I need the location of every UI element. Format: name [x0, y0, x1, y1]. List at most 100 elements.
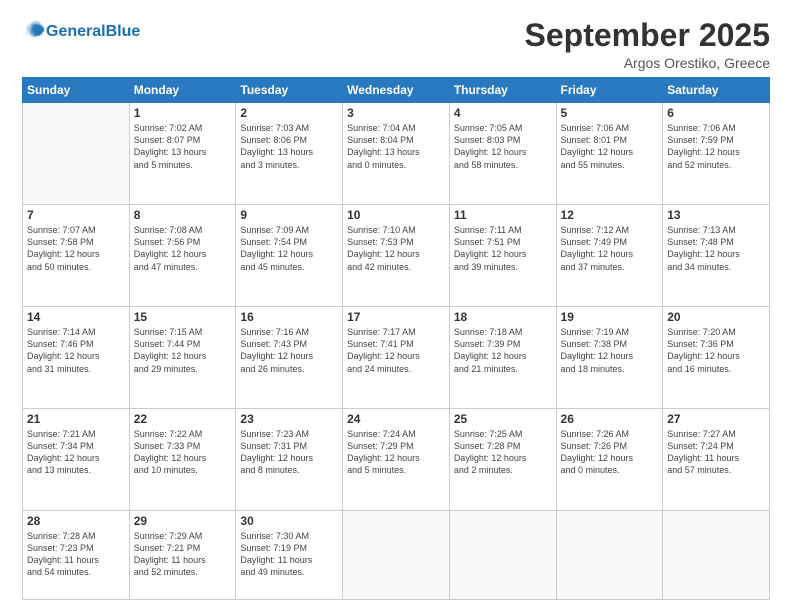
table-row [343, 511, 450, 600]
cell-daylight-info: Sunrise: 7:08 AM Sunset: 7:56 PM Dayligh… [134, 224, 232, 273]
cell-daylight-info: Sunrise: 7:03 AM Sunset: 8:06 PM Dayligh… [240, 122, 338, 171]
table-row: 30 Sunrise: 7:30 AM Sunset: 7:19 PM Dayli… [236, 511, 343, 600]
cell-daylight-info: Sunrise: 7:23 AM Sunset: 7:31 PM Dayligh… [240, 428, 338, 477]
day-number: 24 [347, 412, 445, 426]
cell-daylight-info: Sunrise: 7:30 AM Sunset: 7:19 PM Dayligh… [240, 530, 338, 579]
cell-daylight-info: Sunrise: 7:27 AM Sunset: 7:24 PM Dayligh… [667, 428, 765, 477]
day-number: 30 [240, 514, 338, 528]
logo-text: GeneralBlue [46, 23, 140, 41]
table-row [556, 511, 663, 600]
day-number: 21 [27, 412, 125, 426]
cell-daylight-info: Sunrise: 7:28 AM Sunset: 7:23 PM Dayligh… [27, 530, 125, 579]
table-row: 14 Sunrise: 7:14 AM Sunset: 7:46 PM Dayli… [23, 307, 130, 409]
cell-daylight-info: Sunrise: 7:15 AM Sunset: 7:44 PM Dayligh… [134, 326, 232, 375]
table-row: 5 Sunrise: 7:06 AM Sunset: 8:01 PM Daylig… [556, 103, 663, 205]
table-row: 25Sunrise: 7:25 AM Sunset: 7:28 PM Dayli… [449, 409, 556, 511]
cell-daylight-info: Sunrise: 7:06 AM Sunset: 7:59 PM Dayligh… [667, 122, 765, 171]
title-block: September 2025 Argos Orestiko, Greece [525, 18, 770, 71]
table-row: 26 Sunrise: 7:26 AM Sunset: 7:26 PM Dayli… [556, 409, 663, 511]
table-row: 16Sunrise: 7:16 AM Sunset: 7:43 PM Dayli… [236, 307, 343, 409]
cell-daylight-info: Sunrise: 7:26 AM Sunset: 7:26 PM Dayligh… [561, 428, 659, 477]
day-number: 1 [134, 106, 232, 120]
day-number: 27 [667, 412, 765, 426]
cell-daylight-info: Sunrise: 7:13 AM Sunset: 7:48 PM Dayligh… [667, 224, 765, 273]
month-title: September 2025 [525, 18, 770, 53]
table-row [23, 103, 130, 205]
day-number: 18 [454, 310, 552, 324]
table-row: 19 Sunrise: 7:19 AM Sunset: 7:38 PM Dayli… [556, 307, 663, 409]
cell-daylight-info: Sunrise: 7:09 AM Sunset: 7:54 PM Dayligh… [240, 224, 338, 273]
table-row: 20Sunrise: 7:20 AM Sunset: 7:36 PM Dayli… [663, 307, 770, 409]
cell-daylight-info: Sunrise: 7:19 AM Sunset: 7:38 PM Dayligh… [561, 326, 659, 375]
header-saturday: Saturday [663, 78, 770, 103]
cell-daylight-info: Sunrise: 7:04 AM Sunset: 8:04 PM Dayligh… [347, 122, 445, 171]
logo-general: General [46, 23, 106, 40]
cell-daylight-info: Sunrise: 7:11 AM Sunset: 7:51 PM Dayligh… [454, 224, 552, 273]
cell-daylight-info: Sunrise: 7:17 AM Sunset: 7:41 PM Dayligh… [347, 326, 445, 375]
header-sunday: Sunday [23, 78, 130, 103]
cell-daylight-info: Sunrise: 7:21 AM Sunset: 7:34 PM Dayligh… [27, 428, 125, 477]
table-row: 18 Sunrise: 7:18 AM Sunset: 7:39 PM Dayli… [449, 307, 556, 409]
table-row: 11Sunrise: 7:11 AM Sunset: 7:51 PM Dayli… [449, 205, 556, 307]
table-row: 6 Sunrise: 7:06 AM Sunset: 7:59 PM Daylig… [663, 103, 770, 205]
day-number: 29 [134, 514, 232, 528]
header-thursday: Thursday [449, 78, 556, 103]
page: GeneralBlue September 2025 Argos Orestik… [0, 0, 792, 612]
location-subtitle: Argos Orestiko, Greece [525, 55, 770, 71]
cell-daylight-info: Sunrise: 7:16 AM Sunset: 7:43 PM Dayligh… [240, 326, 338, 375]
table-row: 9 Sunrise: 7:09 AM Sunset: 7:54 PM Daylig… [236, 205, 343, 307]
day-number: 28 [27, 514, 125, 528]
day-number: 9 [240, 208, 338, 222]
day-number: 15 [134, 310, 232, 324]
header-friday: Friday [556, 78, 663, 103]
table-row: 3 Sunrise: 7:04 AM Sunset: 8:04 PM Daylig… [343, 103, 450, 205]
table-row [663, 511, 770, 600]
cell-daylight-info: Sunrise: 7:06 AM Sunset: 8:01 PM Dayligh… [561, 122, 659, 171]
day-number: 13 [667, 208, 765, 222]
header: GeneralBlue September 2025 Argos Orestik… [22, 18, 770, 71]
table-row: 13 Sunrise: 7:13 AM Sunset: 7:48 PM Dayli… [663, 205, 770, 307]
cell-daylight-info: Sunrise: 7:22 AM Sunset: 7:33 PM Dayligh… [134, 428, 232, 477]
table-row: 23 Sunrise: 7:23 AM Sunset: 7:31 PM Dayli… [236, 409, 343, 511]
day-number: 10 [347, 208, 445, 222]
cell-daylight-info: Sunrise: 7:10 AM Sunset: 7:53 PM Dayligh… [347, 224, 445, 273]
day-number: 8 [134, 208, 232, 222]
day-number: 17 [347, 310, 445, 324]
day-number: 6 [667, 106, 765, 120]
table-row: 2 Sunrise: 7:03 AM Sunset: 8:06 PM Daylig… [236, 103, 343, 205]
cell-daylight-info: Sunrise: 7:25 AM Sunset: 7:28 PM Dayligh… [454, 428, 552, 477]
calendar-table: Sunday Monday Tuesday Wednesday Thursday… [22, 77, 770, 600]
table-row: 24Sunrise: 7:24 AM Sunset: 7:29 PM Dayli… [343, 409, 450, 511]
cell-daylight-info: Sunrise: 7:18 AM Sunset: 7:39 PM Dayligh… [454, 326, 552, 375]
cell-daylight-info: Sunrise: 7:29 AM Sunset: 7:21 PM Dayligh… [134, 530, 232, 579]
logo-icon [24, 18, 46, 40]
day-number: 19 [561, 310, 659, 324]
cell-daylight-info: Sunrise: 7:07 AM Sunset: 7:58 PM Dayligh… [27, 224, 125, 273]
table-row: 28 Sunrise: 7:28 AM Sunset: 7:23 PM Dayli… [23, 511, 130, 600]
header-wednesday: Wednesday [343, 78, 450, 103]
cell-daylight-info: Sunrise: 7:05 AM Sunset: 8:03 PM Dayligh… [454, 122, 552, 171]
cell-daylight-info: Sunrise: 7:14 AM Sunset: 7:46 PM Dayligh… [27, 326, 125, 375]
table-row: 10 Sunrise: 7:10 AM Sunset: 7:53 PM Dayli… [343, 205, 450, 307]
table-row: 8 Sunrise: 7:08 AM Sunset: 7:56 PM Daylig… [129, 205, 236, 307]
cell-daylight-info: Sunrise: 7:20 AM Sunset: 7:36 PM Dayligh… [667, 326, 765, 375]
day-number: 23 [240, 412, 338, 426]
day-number: 22 [134, 412, 232, 426]
day-number: 26 [561, 412, 659, 426]
table-row: 17 Sunrise: 7:17 AM Sunset: 7:41 PM Dayli… [343, 307, 450, 409]
cell-daylight-info: Sunrise: 7:12 AM Sunset: 7:49 PM Dayligh… [561, 224, 659, 273]
day-number: 5 [561, 106, 659, 120]
header-tuesday: Tuesday [236, 78, 343, 103]
day-number: 12 [561, 208, 659, 222]
logo: GeneralBlue [22, 18, 140, 45]
table-row: 21 Sunrise: 7:21 AM Sunset: 7:34 PM Dayli… [23, 409, 130, 511]
day-number: 3 [347, 106, 445, 120]
day-number: 14 [27, 310, 125, 324]
table-row: 12 Sunrise: 7:12 AM Sunset: 7:49 PM Dayli… [556, 205, 663, 307]
day-number: 4 [454, 106, 552, 120]
table-row: 7Sunrise: 7:07 AM Sunset: 7:58 PM Daylig… [23, 205, 130, 307]
day-number: 2 [240, 106, 338, 120]
table-row: 1Sunrise: 7:02 AM Sunset: 8:07 PM Daylig… [129, 103, 236, 205]
table-row: 22 Sunrise: 7:22 AM Sunset: 7:33 PM Dayli… [129, 409, 236, 511]
logo-blue: Blue [106, 23, 141, 40]
